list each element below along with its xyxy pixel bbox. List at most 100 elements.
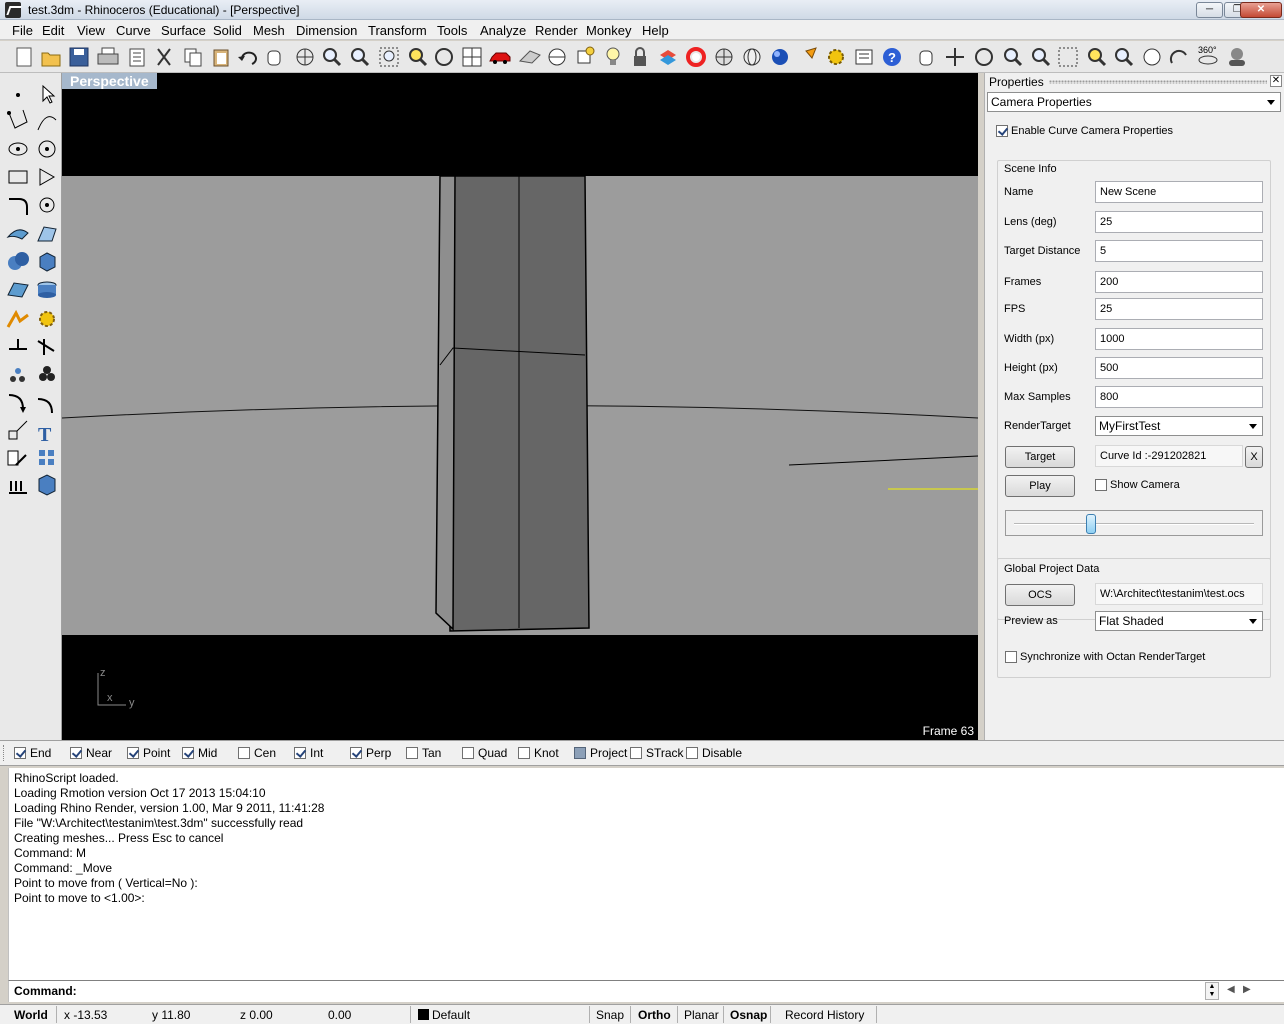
osnap-grip[interactable] (3, 745, 6, 761)
osnap-tan[interactable]: Tan (406, 746, 441, 762)
osnap-end[interactable]: End (14, 746, 51, 762)
render-target-select[interactable]: MyFirstTest (1095, 416, 1263, 436)
undo-icon[interactable] (238, 51, 257, 65)
rotate-view-icon[interactable] (296, 48, 314, 66)
options-icon[interactable] (855, 49, 873, 65)
surface-tool-icon[interactable] (6, 229, 29, 240)
fillet-curve-icon[interactable] (9, 198, 28, 215)
paste-icon[interactable] (213, 49, 229, 67)
color-wheel-icon[interactable] (686, 47, 706, 67)
render-preview-icon[interactable] (518, 50, 541, 64)
mesh-plane-icon[interactable] (7, 282, 29, 298)
cylinder-icon[interactable] (37, 281, 57, 298)
trim-icon[interactable] (37, 339, 55, 355)
four-viewports-icon[interactable] (462, 47, 482, 67)
menu-curve[interactable]: Curve (116, 23, 151, 38)
properties-close-button[interactable]: ✕ (1270, 75, 1282, 87)
copy-icon[interactable] (184, 48, 202, 67)
enable-curve-camera-checkbox[interactable] (996, 125, 1008, 137)
help-icon[interactable]: ? (883, 48, 901, 66)
osnap-disable-checkbox[interactable] (686, 746, 698, 759)
pan-hand-icon[interactable] (267, 50, 281, 66)
osnap-project[interactable]: Project (574, 746, 627, 762)
show-camera-checkbox[interactable] (1095, 479, 1107, 491)
properties-page-select[interactable]: Camera Properties (987, 92, 1281, 112)
menu-file[interactable]: File (12, 23, 33, 38)
height-input[interactable]: 500 (1095, 357, 1263, 379)
osnap-point-checkbox[interactable] (127, 746, 139, 759)
point-tool-icon[interactable] (16, 93, 20, 97)
osnap-strack-checkbox[interactable] (630, 746, 642, 759)
solid-union-icon[interactable] (8, 252, 29, 270)
zoom-dynamic-icon[interactable] (1004, 48, 1023, 67)
osnap-disable[interactable]: Disable (686, 746, 742, 762)
osnap-project-checkbox[interactable] (574, 746, 586, 759)
rhino-app-icon[interactable] (5, 2, 21, 18)
save-icon[interactable] (69, 47, 89, 67)
scale-tool-icon[interactable] (8, 420, 28, 440)
menu-mesh[interactable]: Mesh (253, 23, 285, 38)
car-shaded-icon[interactable] (489, 52, 511, 64)
current-layer[interactable]: Default (432, 1008, 470, 1022)
preview-as-select[interactable]: Flat Shaded (1095, 611, 1263, 631)
polyline-icon[interactable] (7, 109, 28, 129)
box-solid-icon[interactable] (39, 252, 56, 272)
snap-target-icon[interactable] (577, 46, 595, 64)
width-input[interactable]: 1000 (1095, 328, 1263, 350)
undo-view-icon[interactable] (435, 48, 453, 66)
render-sphere-icon[interactable] (772, 49, 788, 65)
command-history-spinner[interactable]: ▲ ▼ (1205, 982, 1219, 1000)
osnap-toggle[interactable]: Osnap (730, 1008, 767, 1022)
timeline-slider[interactable] (1005, 510, 1263, 536)
frames-input[interactable]: 200 (1095, 271, 1263, 293)
zoom-selected-icon-2[interactable] (1088, 48, 1107, 67)
surface-edge-icon[interactable] (37, 226, 57, 242)
close-button[interactable]: ✕ (1240, 2, 1282, 18)
menu-transform[interactable]: Transform (368, 23, 427, 38)
zoom-1to1-icon[interactable] (1143, 48, 1161, 66)
target-distance-input[interactable]: 5 (1095, 240, 1263, 262)
polygon-tool-icon[interactable] (39, 168, 56, 186)
zoom-window-icon-2[interactable] (1032, 48, 1051, 67)
command-line[interactable]: Command: ▲ ▼ ◀ ▶ (8, 980, 1284, 1002)
text-tool-icon[interactable]: T (38, 424, 52, 446)
menu-surface[interactable]: Surface (161, 23, 206, 38)
transform-gear-icon[interactable] (39, 311, 55, 327)
perspective-viewport[interactable]: z x y Perspective Frame 63 (62, 73, 978, 740)
osnap-knot-checkbox[interactable] (518, 746, 530, 759)
lock-icon[interactable] (634, 47, 646, 66)
osnap-near-checkbox[interactable] (70, 746, 82, 759)
osnap-cen-checkbox[interactable] (238, 746, 250, 759)
render-cube-icon[interactable] (38, 474, 56, 496)
ellipse-tool-icon[interactable] (8, 142, 28, 156)
osnap-end-checkbox[interactable] (14, 746, 26, 759)
turntable-360-icon[interactable]: 360° (1198, 45, 1218, 65)
osnap-int[interactable]: Int (294, 746, 323, 762)
menu-dimension[interactable]: Dimension (296, 23, 357, 38)
viewport-title-tab[interactable]: Perspective (62, 73, 157, 89)
menu-monkey[interactable]: Monkey (586, 23, 632, 38)
record-history-toggle[interactable]: Record History (785, 1008, 864, 1022)
menu-edit[interactable]: Edit (42, 23, 64, 38)
osnap-near[interactable]: Near (70, 746, 112, 762)
circle-tool-icon[interactable] (38, 140, 56, 158)
render-mesh-icon[interactable] (715, 48, 733, 66)
lens-input[interactable]: 25 (1095, 211, 1263, 233)
new-file-icon[interactable] (16, 47, 32, 67)
timeline-slider-thumb[interactable] (1086, 514, 1097, 534)
zoom-window-icon[interactable] (351, 48, 370, 67)
offset-curve-icon[interactable] (39, 197, 55, 213)
sync-octane-checkbox[interactable] (1005, 651, 1017, 663)
zoom-extents-icon[interactable] (379, 47, 399, 67)
zoom-selected-icon[interactable] (409, 48, 428, 67)
sphere-grid-icon[interactable] (743, 48, 761, 66)
pan-icon-2[interactable] (919, 50, 933, 66)
menu-view[interactable]: View (77, 23, 105, 38)
osnap-perp-checkbox[interactable] (350, 746, 362, 759)
osnap-strack[interactable]: STrack (630, 746, 684, 762)
osnap-perp[interactable]: Perp (350, 746, 391, 762)
menu-solid[interactable]: Solid (213, 23, 242, 38)
play-button[interactable]: Play (1005, 475, 1075, 497)
osnap-tan-checkbox[interactable] (406, 746, 418, 759)
group-icon[interactable] (39, 366, 55, 381)
